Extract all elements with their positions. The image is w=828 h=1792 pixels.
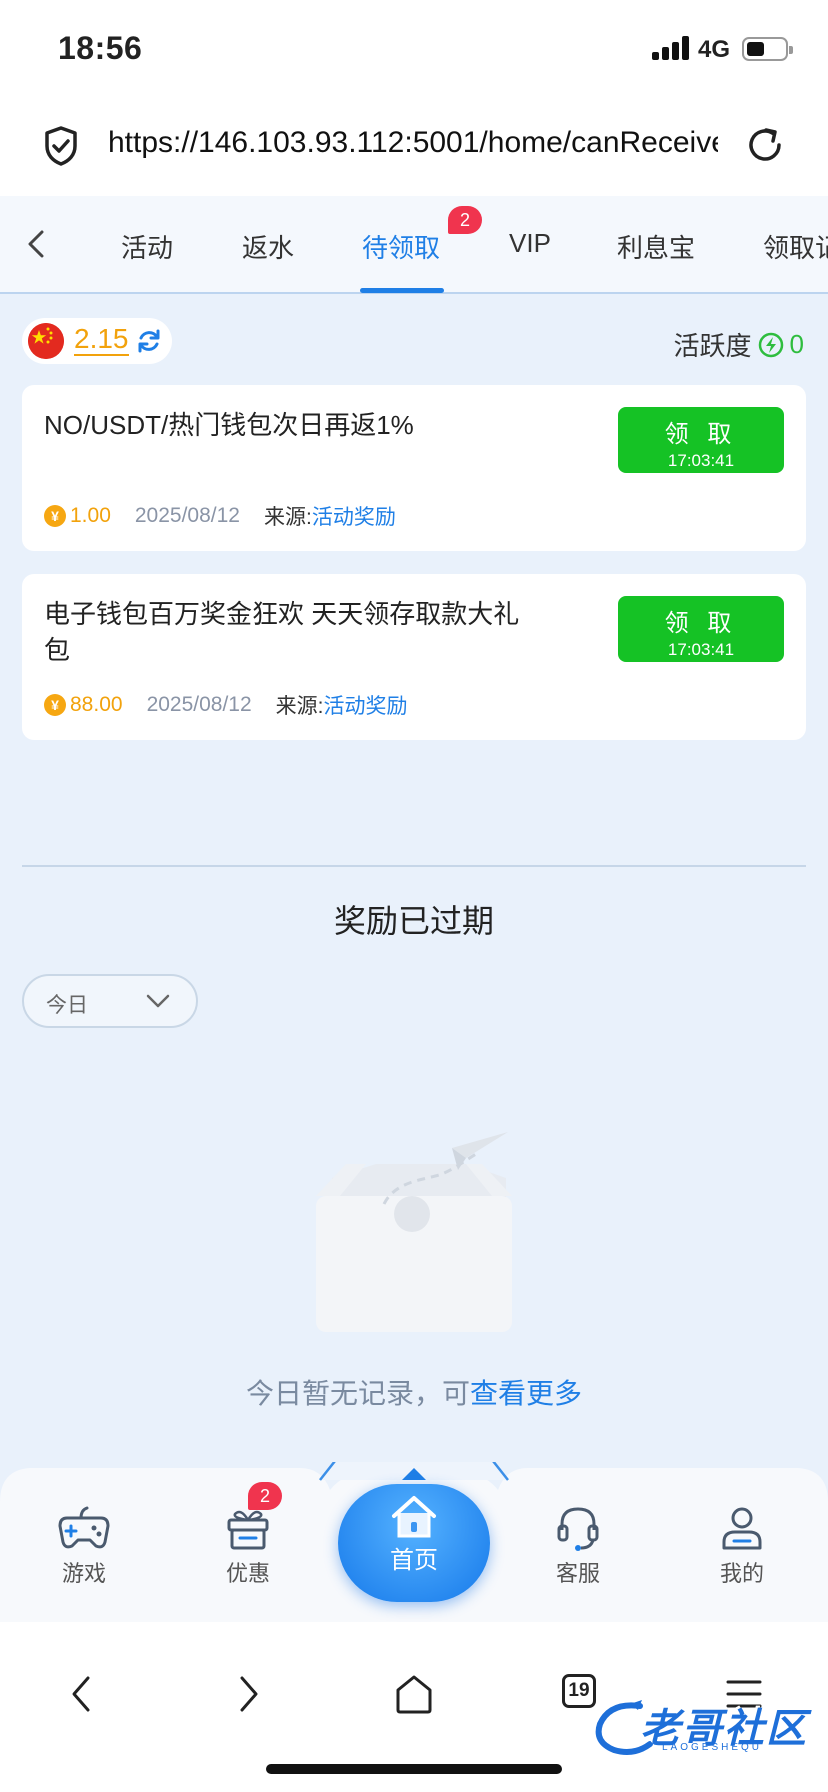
empty-message: 今日暂无记录，可 — [245, 1378, 470, 1409]
nav-home-button[interactable]: 首页 — [338, 1484, 490, 1602]
activity-score: 活跃度 0 — [674, 326, 804, 363]
source-value[interactable]: 活动奖励 — [324, 690, 408, 720]
signal-icon — [652, 36, 690, 60]
lightning-icon — [758, 332, 783, 357]
url-field[interactable]: https://146.103.93.112:5001/home/canRece… — [108, 126, 718, 160]
nav-mine[interactable]: 我的 — [692, 1504, 792, 1588]
nav-mine-label: 我的 — [719, 1561, 764, 1586]
date-filter-value: 今日 — [46, 994, 88, 1017]
nav-offers-label: 优惠 — [225, 1561, 270, 1586]
claim-button[interactable]: 领 取 17:03:41 — [618, 407, 784, 473]
view-more-link[interactable]: 查看更多 — [470, 1378, 582, 1409]
user-icon — [722, 1507, 762, 1550]
reload-icon[interactable] — [744, 124, 786, 166]
network-type: 4G — [698, 36, 731, 63]
balance-pill: 2.15 — [22, 318, 172, 364]
reward-title: 电子钱包百万奖金狂欢 天天领存取款大礼包 — [44, 599, 520, 665]
date-filter-select[interactable]: 今日 — [22, 974, 198, 1028]
clock: 18:56 — [58, 30, 143, 66]
source-label: 来源: — [263, 506, 312, 529]
nav-games-label: 游戏 — [61, 1561, 106, 1586]
reward-meta: ¥ 88.00 2025/08/12 来源: 活动奖励 — [44, 690, 408, 720]
reward-meta: ¥ 1.00 2025/08/12 来源: 活动奖励 — [44, 501, 396, 531]
active-tab-indicator — [360, 288, 444, 293]
activity-value: 0 — [789, 329, 804, 359]
claim-button-label: 领 取 — [664, 610, 738, 637]
gift-icon — [227, 1510, 269, 1550]
browser-back-icon[interactable] — [60, 1672, 104, 1716]
browser-forward-icon[interactable] — [226, 1672, 270, 1716]
back-chevron-icon[interactable] — [22, 224, 50, 264]
site-watermark: 老哥社区 LAOGESHEQU — [590, 1692, 816, 1762]
claim-button[interactable]: 领 取 17:03:41 — [618, 596, 784, 662]
chevron-down-icon — [146, 994, 170, 1008]
claim-countdown: 17:03:41 — [667, 451, 735, 470]
watermark-subtext: LAOGESHEQU — [662, 1742, 763, 1753]
section-divider — [22, 865, 806, 867]
home-indicator — [266, 1764, 562, 1774]
home-icon — [392, 1496, 436, 1538]
category-tabs: 活动 返水 待领取 2 VIP 利息宝 领取记录 — [0, 196, 828, 294]
reward-card: NO/USDT/热门钱包次日再返1% 领 取 17:03:41 ¥ 1.00 2… — [22, 385, 806, 551]
bottom-nav: 游戏 优惠 2 首页 客服 我的 — [0, 1462, 828, 1622]
nav-home-label: 首页 — [390, 1547, 438, 1574]
status-bar: 18:56 4G — [0, 0, 828, 100]
nav-support-label: 客服 — [555, 1561, 600, 1586]
empty-box-illustration — [316, 1132, 512, 1332]
reward-title: NO/USDT/热门钱包次日再返1% — [44, 410, 414, 440]
china-flag-icon — [28, 323, 64, 359]
reward-card: 电子钱包百万奖金狂欢 天天领存取款大礼包 领 取 17:03:41 ¥ 88.0… — [22, 574, 806, 740]
tab-rebate[interactable]: 返水 — [242, 228, 294, 265]
nav-support[interactable]: 客服 — [528, 1504, 628, 1588]
headset-icon — [557, 1507, 599, 1551]
nav-offers[interactable]: 优惠 — [198, 1504, 298, 1588]
empty-state-text: 今日暂无记录，可查看更多 — [0, 1372, 828, 1412]
tab-interest[interactable]: 利息宝 — [617, 228, 695, 265]
nav-games[interactable]: 游戏 — [34, 1504, 134, 1588]
tab-claim-history[interactable]: 领取记录 — [763, 228, 828, 265]
reward-date: 2025/08/12 — [146, 693, 252, 716]
refresh-balance-icon[interactable] — [136, 328, 162, 354]
coin-icon: ¥ — [44, 505, 66, 527]
tab-pending-badge: 2 — [448, 206, 482, 234]
tab-activity[interactable]: 活动 — [121, 228, 173, 265]
address-bar: https://146.103.93.112:5001/home/canRece… — [0, 100, 828, 196]
claim-button-label: 领 取 — [664, 421, 738, 448]
caret-up-icon — [402, 1468, 426, 1480]
reward-amount: 88.00 — [70, 693, 123, 716]
offers-badge: 2 — [248, 1482, 282, 1510]
tab-vip[interactable]: VIP — [509, 228, 551, 259]
shield-check-icon[interactable] — [44, 126, 78, 166]
activity-label: 活跃度 — [673, 331, 752, 361]
balance-value: 2.15 — [74, 323, 129, 356]
browser-home-icon[interactable] — [392, 1672, 436, 1716]
source-value[interactable]: 活动奖励 — [312, 501, 396, 531]
source-label: 来源: — [275, 695, 324, 718]
battery-icon — [742, 37, 793, 61]
reward-amount: 1.00 — [70, 504, 111, 527]
coin-icon: ¥ — [44, 694, 66, 716]
claim-countdown: 17:03:41 — [667, 640, 735, 659]
reward-date: 2025/08/12 — [134, 504, 240, 527]
expired-section-title: 奖励已过期 — [333, 903, 494, 939]
tab-pending[interactable]: 待领取 — [362, 228, 440, 265]
gamepad-icon — [58, 1506, 110, 1549]
